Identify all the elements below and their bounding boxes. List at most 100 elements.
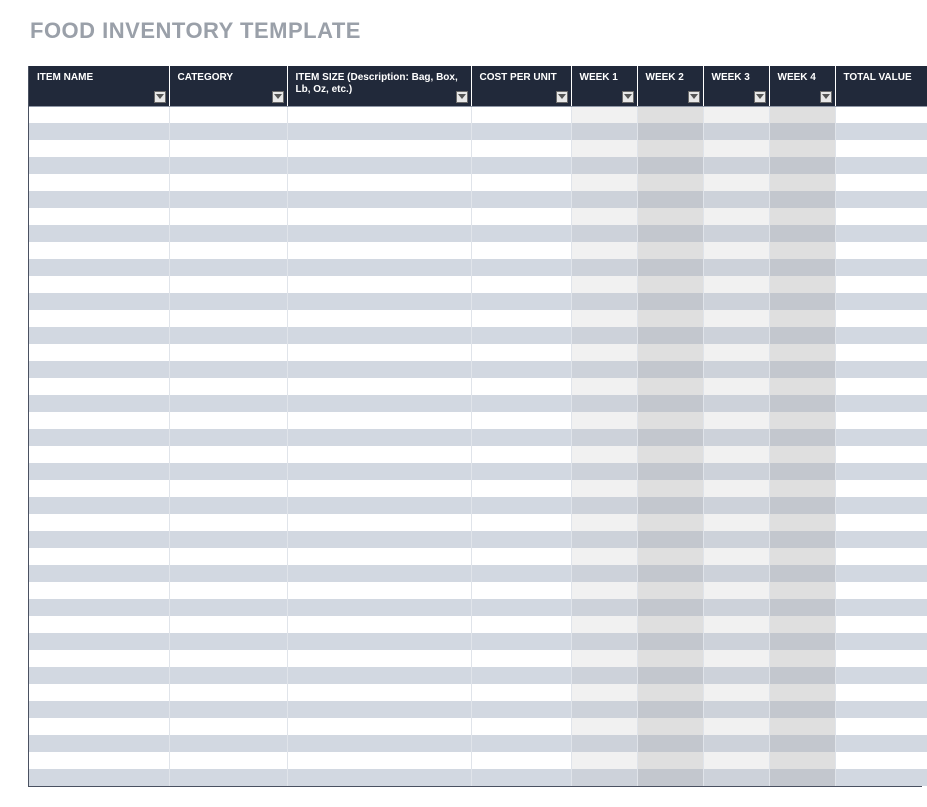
cell-week3[interactable] xyxy=(703,650,769,667)
cell-week3[interactable] xyxy=(703,463,769,480)
cell-week4[interactable] xyxy=(769,327,835,344)
cell-week1[interactable] xyxy=(571,429,637,446)
cell-cost_per_unit[interactable] xyxy=(471,106,571,123)
cell-cost_per_unit[interactable] xyxy=(471,769,571,786)
cell-week4[interactable] xyxy=(769,463,835,480)
cell-total_value[interactable] xyxy=(835,718,927,735)
cell-item_size[interactable] xyxy=(287,344,471,361)
cell-week4[interactable] xyxy=(769,123,835,140)
cell-total_value[interactable] xyxy=(835,123,927,140)
cell-cost_per_unit[interactable] xyxy=(471,735,571,752)
filter-dropdown-icon[interactable] xyxy=(622,91,634,103)
cell-category[interactable] xyxy=(169,361,287,378)
cell-week1[interactable] xyxy=(571,208,637,225)
cell-cost_per_unit[interactable] xyxy=(471,650,571,667)
cell-week2[interactable] xyxy=(637,463,703,480)
cell-category[interactable] xyxy=(169,480,287,497)
cell-week4[interactable] xyxy=(769,174,835,191)
cell-item_name[interactable] xyxy=(29,174,169,191)
cell-week1[interactable] xyxy=(571,531,637,548)
cell-week1[interactable] xyxy=(571,378,637,395)
cell-week1[interactable] xyxy=(571,463,637,480)
cell-week4[interactable] xyxy=(769,191,835,208)
cell-week4[interactable] xyxy=(769,548,835,565)
cell-category[interactable] xyxy=(169,259,287,276)
cell-week2[interactable] xyxy=(637,293,703,310)
cell-week1[interactable] xyxy=(571,565,637,582)
cell-cost_per_unit[interactable] xyxy=(471,191,571,208)
cell-week3[interactable] xyxy=(703,310,769,327)
cell-item_name[interactable] xyxy=(29,140,169,157)
cell-item_name[interactable] xyxy=(29,446,169,463)
cell-week1[interactable] xyxy=(571,769,637,786)
cell-cost_per_unit[interactable] xyxy=(471,616,571,633)
cell-cost_per_unit[interactable] xyxy=(471,242,571,259)
cell-week1[interactable] xyxy=(571,446,637,463)
cell-category[interactable] xyxy=(169,327,287,344)
cell-item_size[interactable] xyxy=(287,446,471,463)
cell-week4[interactable] xyxy=(769,633,835,650)
cell-cost_per_unit[interactable] xyxy=(471,225,571,242)
cell-item_size[interactable] xyxy=(287,667,471,684)
cell-week1[interactable] xyxy=(571,480,637,497)
cell-category[interactable] xyxy=(169,293,287,310)
cell-item_size[interactable] xyxy=(287,701,471,718)
cell-week1[interactable] xyxy=(571,412,637,429)
cell-week1[interactable] xyxy=(571,174,637,191)
cell-total_value[interactable] xyxy=(835,378,927,395)
cell-total_value[interactable] xyxy=(835,140,927,157)
cell-total_value[interactable] xyxy=(835,208,927,225)
cell-category[interactable] xyxy=(169,429,287,446)
cell-item_size[interactable] xyxy=(287,157,471,174)
cell-week1[interactable] xyxy=(571,276,637,293)
cell-total_value[interactable] xyxy=(835,684,927,701)
cell-week2[interactable] xyxy=(637,531,703,548)
cell-item_name[interactable] xyxy=(29,259,169,276)
cell-week3[interactable] xyxy=(703,514,769,531)
cell-item_size[interactable] xyxy=(287,378,471,395)
cell-total_value[interactable] xyxy=(835,463,927,480)
cell-category[interactable] xyxy=(169,565,287,582)
cell-week3[interactable] xyxy=(703,242,769,259)
cell-week3[interactable] xyxy=(703,684,769,701)
cell-category[interactable] xyxy=(169,191,287,208)
cell-week3[interactable] xyxy=(703,174,769,191)
cell-total_value[interactable] xyxy=(835,242,927,259)
cell-total_value[interactable] xyxy=(835,514,927,531)
cell-total_value[interactable] xyxy=(835,650,927,667)
cell-total_value[interactable] xyxy=(835,701,927,718)
cell-item_name[interactable] xyxy=(29,344,169,361)
cell-week2[interactable] xyxy=(637,752,703,769)
cell-item_name[interactable] xyxy=(29,429,169,446)
cell-category[interactable] xyxy=(169,633,287,650)
cell-item_size[interactable] xyxy=(287,225,471,242)
cell-item_size[interactable] xyxy=(287,276,471,293)
cell-week2[interactable] xyxy=(637,565,703,582)
cell-week3[interactable] xyxy=(703,582,769,599)
cell-week4[interactable] xyxy=(769,259,835,276)
cell-cost_per_unit[interactable] xyxy=(471,276,571,293)
cell-item_name[interactable] xyxy=(29,769,169,786)
cell-item_size[interactable] xyxy=(287,599,471,616)
cell-item_size[interactable] xyxy=(287,582,471,599)
cell-total_value[interactable] xyxy=(835,327,927,344)
cell-week1[interactable] xyxy=(571,395,637,412)
cell-week1[interactable] xyxy=(571,667,637,684)
cell-item_name[interactable] xyxy=(29,225,169,242)
cell-cost_per_unit[interactable] xyxy=(471,497,571,514)
cell-category[interactable] xyxy=(169,769,287,786)
cell-item_name[interactable] xyxy=(29,208,169,225)
cell-item_size[interactable] xyxy=(287,463,471,480)
cell-week1[interactable] xyxy=(571,327,637,344)
cell-week2[interactable] xyxy=(637,276,703,293)
cell-category[interactable] xyxy=(169,718,287,735)
cell-week3[interactable] xyxy=(703,378,769,395)
cell-total_value[interactable] xyxy=(835,412,927,429)
cell-total_value[interactable] xyxy=(835,310,927,327)
cell-item_size[interactable] xyxy=(287,633,471,650)
cell-week4[interactable] xyxy=(769,667,835,684)
cell-item_name[interactable] xyxy=(29,531,169,548)
cell-total_value[interactable] xyxy=(835,395,927,412)
cell-item_size[interactable] xyxy=(287,259,471,276)
cell-week1[interactable] xyxy=(571,599,637,616)
